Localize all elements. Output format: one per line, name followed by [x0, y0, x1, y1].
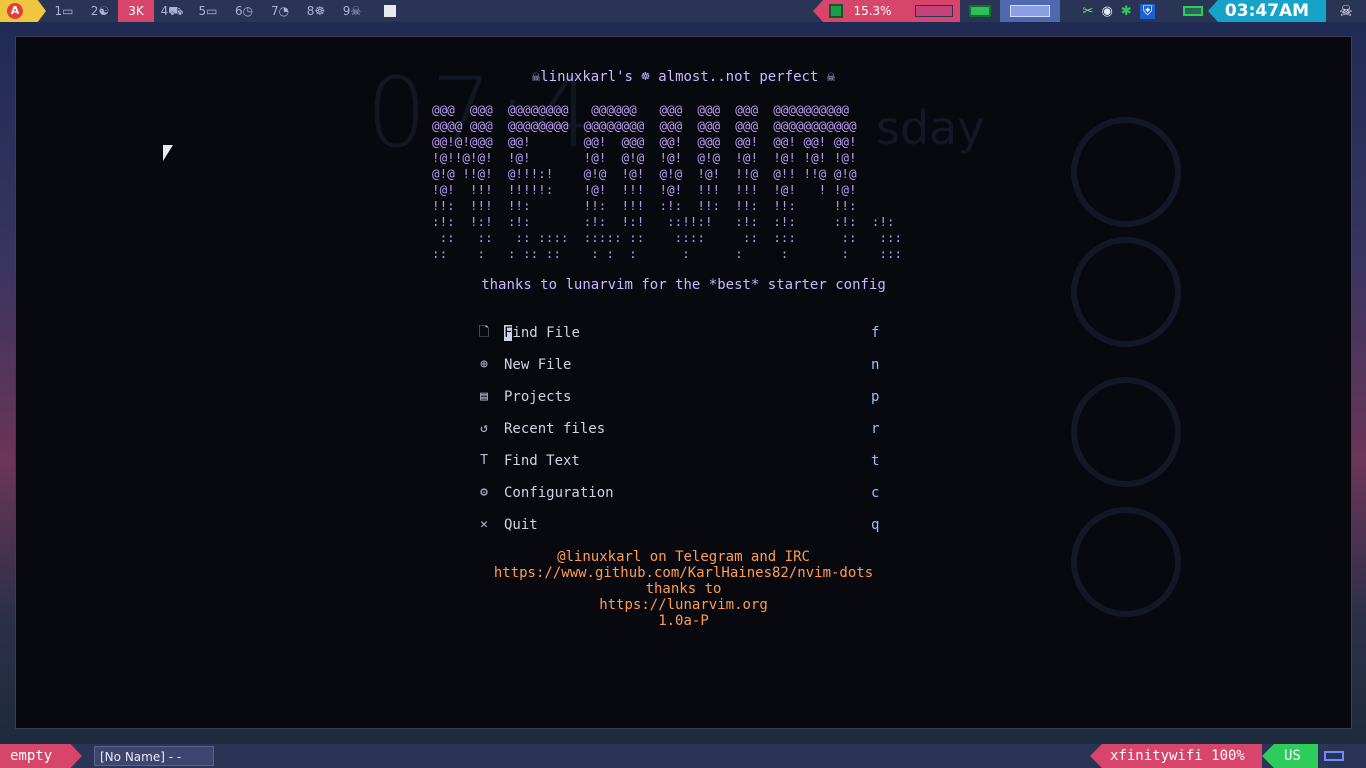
top-panel: A 1▭ 2☯ 3K 4⛟ 5▭ 6◷ 7◔ 8☸ 9☠ 15.3% ✂ ◉ ✱… — [0, 0, 1366, 22]
workspace-6[interactable]: 6◷ — [226, 0, 262, 22]
workspace-9[interactable]: 9☠ — [334, 0, 370, 22]
taskbar-window-button[interactable]: [No Name] - - NVIM — [94, 746, 214, 766]
workspace-1[interactable]: 1▭ — [46, 0, 82, 22]
history-icon: ↺ — [480, 421, 488, 436]
menu-item-shortcut: r — [871, 421, 880, 437]
workspace-2[interactable]: 2☯ — [82, 0, 118, 22]
top-left-section: A 1▭ 2☯ 3K 4⛟ 5▭ 6◷ 7◔ 8☸ 9☠ — [0, 0, 396, 22]
menu-item-configuration[interactable]: ⚙ Configuration c — [476, 485, 896, 517]
disk-widget[interactable] — [1000, 0, 1060, 22]
projects-icon: ▤ — [480, 389, 488, 404]
menu-item-label: New File — [504, 357, 572, 373]
ascii-art-line: :: :: :: :::: ::::: :: :::: :: ::: :: ::… — [432, 230, 903, 245]
workspace-4[interactable]: 4⛟ — [154, 0, 190, 22]
dashboard-menu: 🗋 Find File f ⊕ New File n ▤ Projects p … — [476, 325, 896, 549]
layout-indicator[interactable]: empty — [0, 744, 82, 768]
app-launcher-icon: A — [7, 3, 23, 19]
system-tray: ✂ ◉ ✱ ⛨ — [1060, 0, 1178, 22]
workspace-3[interactable]: 3K — [118, 0, 154, 22]
shield-icon[interactable]: ⛨ — [1139, 3, 1156, 19]
ascii-art-line: @@@ @@@ @@@@@@@@ @@@@@@ @@@ @@@ @@@ @@@@… — [432, 102, 850, 117]
ram-widget[interactable] — [960, 0, 1000, 22]
mouse-cursor-icon — [163, 145, 173, 161]
nvim-dashboard: ☠linuxkarl's ☸ almost..not perfect ☠ @@@… — [16, 37, 1351, 728]
skull-menu-icon[interactable]: ☠ — [1326, 0, 1366, 22]
menu-item-find-file[interactable]: 🗋 Find File f — [476, 325, 896, 357]
ascii-art-line: !@! !!! !!!!!: !@! !!! !@! !!! !!! !@! !… — [432, 182, 857, 197]
menu-item-label: Projects — [504, 389, 572, 405]
ascii-art-line: @@!@!@@@ @@! @@! @@@ @@! @@@ @@! @@! @@!… — [432, 134, 857, 149]
wifi-status[interactable]: xfinitywifi 100% — [1090, 744, 1262, 768]
clock[interactable]: 03:47AM — [1208, 0, 1326, 22]
menu-item-label: Find File — [504, 325, 580, 341]
menu-item-shortcut: t — [871, 453, 880, 469]
menu-item-label-rest: ind File — [512, 325, 580, 341]
window-indicator[interactable] — [384, 5, 396, 17]
menu-item-shortcut: c — [871, 485, 880, 501]
dashboard-tagline: thanks to lunarvim for the *best* starte… — [481, 277, 886, 293]
gear-icon: ⚙ — [480, 485, 488, 500]
workspace-8[interactable]: 8☸ — [298, 0, 334, 22]
ascii-art-line: :!: !:! :!: :!: !:! ::!!:! :!: :!: :!: :… — [432, 214, 895, 229]
top-right-section: 15.3% ✂ ◉ ✱ ⛨ 03:47AM ☠ — [813, 0, 1366, 22]
clock-time: 03:47AM — [1224, 1, 1310, 21]
wifi-icon[interactable]: ◉ — [1101, 4, 1112, 19]
workspace-5[interactable]: 5▭ — [190, 0, 226, 22]
bluetooth-icon[interactable]: ✱ — [1121, 4, 1132, 19]
footer-contact: @linuxkarl on Telegram and IRC — [557, 549, 810, 565]
footer-github-link[interactable]: https://www.github.com/KarlHaines82/nvim… — [16, 565, 1351, 581]
menu-item-recent-files[interactable]: ↺ Recent files r — [476, 421, 896, 453]
cpu-widget[interactable]: 15.3% — [813, 0, 908, 22]
ascii-art-line: @!@ !!@! @!!!:! @!@ !@! @!@ !@! !!@ @!! … — [432, 166, 857, 181]
app-launcher-button[interactable]: A — [0, 0, 46, 22]
menu-item-shortcut: q — [871, 517, 880, 533]
ascii-art-banner: @@@ @@@ @@@@@@@@ @@@@@@ @@@ @@@ @@@ @@@@… — [432, 102, 902, 262]
keyboard-layout[interactable]: US — [1262, 744, 1318, 768]
terminal-window[interactable]: 07:4 sday ☠linuxkarl's ☸ almost..not per… — [15, 36, 1352, 729]
text-icon: T — [480, 453, 488, 468]
menu-item-label: Recent files — [504, 421, 606, 437]
ascii-art-line: !!: !!! !!: !!: !!! :!: !!: !!: !!: !!: — [432, 198, 857, 213]
scissors-icon[interactable]: ✂ — [1083, 4, 1094, 19]
memory-widget[interactable] — [908, 0, 960, 22]
menu-item-label: Configuration — [504, 485, 614, 501]
battery-icon — [1324, 751, 1344, 761]
disk-bar-icon — [1010, 5, 1050, 17]
menu-item-find-text[interactable]: T Find Text t — [476, 453, 896, 485]
cpu-icon — [829, 4, 844, 18]
dashboard-greeting: ☠linuxkarl's ☸ almost..not perfect ☠ — [531, 69, 836, 85]
ascii-art-line: :: : : :: :: : : : : : : : ::: — [432, 246, 903, 261]
find-file-icon: 🗋 — [478, 325, 490, 340]
menu-item-label: Quit — [504, 517, 538, 533]
menu-item-projects[interactable]: ▤ Projects p — [476, 389, 896, 421]
footer-thanks: thanks to — [645, 581, 722, 597]
menu-item-shortcut: p — [871, 389, 880, 405]
footer-version: 1.0a-P — [658, 613, 709, 629]
ascii-art-line: @@@@ @@@ @@@@@@@@ @@@@@@@@ @@@ @@@ @@@ @… — [432, 118, 857, 133]
battery-icon — [1183, 6, 1203, 16]
ascii-art-line: !@!!@!@! !@! !@! @!@ !@! @!@ !@! !@! !@!… — [432, 150, 857, 165]
new-file-icon: ⊕ — [480, 357, 488, 372]
cpu-percent: 15.3% — [853, 4, 892, 18]
dashboard-footer: @linuxkarl on Telegram and IRC https://w… — [16, 549, 1351, 629]
battery-status[interactable] — [1318, 744, 1366, 768]
menu-item-new-file[interactable]: ⊕ New File n — [476, 357, 896, 389]
memory-graph-icon — [915, 5, 953, 17]
footer-lunarvim-link[interactable]: https://lunarvim.org — [16, 597, 1351, 613]
battery-widget[interactable] — [1178, 0, 1208, 22]
menu-item-label: Find Text — [504, 453, 580, 469]
menu-item-quit[interactable]: ✕ Quit q — [476, 517, 896, 549]
workspace-7[interactable]: 7◔ — [262, 0, 298, 22]
menu-item-shortcut: f — [871, 325, 880, 341]
close-icon: ✕ — [480, 517, 488, 532]
bottom-panel: empty [No Name] - - NVIM xfinitywifi 100… — [0, 744, 1366, 768]
menu-item-shortcut: n — [871, 357, 880, 373]
ram-icon — [969, 5, 991, 17]
